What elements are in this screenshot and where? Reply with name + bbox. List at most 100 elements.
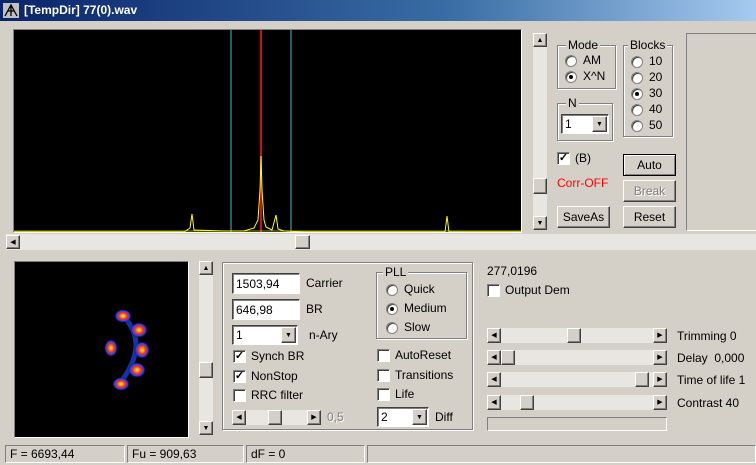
synch-br-checkbox[interactable]: ✓	[233, 350, 246, 363]
blocks-radio-50[interactable]	[631, 120, 643, 132]
n-select-value: 1	[565, 117, 572, 131]
time-of-life-slider[interactable]: ◀ ▶	[487, 372, 667, 387]
chevron-down-icon[interactable]: ▼	[592, 116, 607, 132]
mode-radio-xn[interactable]	[565, 71, 577, 83]
scroll-right-arrow-icon[interactable]: ▶	[307, 410, 321, 425]
pll-group: PLL Quick Medium Slow	[376, 265, 467, 339]
blocks-label-40: 40	[649, 102, 663, 116]
nary-select[interactable]: 1 ▼	[232, 325, 298, 345]
blocks-label-10: 10	[649, 54, 663, 68]
scroll-up-arrow-icon[interactable]: ▲	[199, 261, 213, 275]
scroll-left-arrow-icon[interactable]: ◀	[232, 410, 246, 425]
pll-radio-quick[interactable]	[386, 284, 398, 296]
blocks-label-20: 20	[649, 70, 663, 84]
output-dem-label: Output Dem	[505, 283, 570, 297]
delay-slider[interactable]: ◀ ▶	[487, 350, 667, 365]
delay-slider-thumb[interactable]	[501, 350, 515, 365]
br-input[interactable]: 646,98	[232, 299, 300, 320]
status-fu: Fu = 909,63	[127, 445, 244, 463]
chevron-down-icon[interactable]: ▼	[281, 327, 296, 343]
autoreset-checkbox[interactable]	[377, 349, 390, 362]
life-checkbox[interactable]	[377, 388, 390, 401]
constellation-point-1	[114, 309, 132, 323]
br-label: BR	[306, 302, 323, 316]
nonstop-checkbox[interactable]: ✓	[233, 370, 246, 383]
b-checkbox[interactable]: ✓	[557, 152, 570, 165]
scroll-left-arrow-icon[interactable]: ◀	[487, 395, 501, 410]
n-select[interactable]: 1 ▼	[561, 114, 609, 134]
blocks-group: Blocks 10 20 30 40 50	[623, 38, 673, 137]
scroll-left-arrow-icon[interactable]: ◀	[487, 350, 501, 365]
diff-select[interactable]: 2 ▼	[377, 407, 429, 427]
time-of-life-slider-thumb[interactable]	[634, 372, 649, 387]
scroll-left-arrow-icon[interactable]: ◀	[487, 372, 501, 387]
blocks-radio-30[interactable]	[631, 88, 643, 100]
progress-bar	[487, 417, 667, 431]
scroll-down-arrow-icon[interactable]: ▼	[199, 421, 213, 435]
rrc-filter-checkbox[interactable]	[233, 389, 246, 402]
scroll-down-arrow-icon[interactable]: ▼	[533, 216, 547, 230]
scroll-right-arrow-icon[interactable]: ▶	[653, 350, 667, 365]
constellation-vscroll[interactable]: ▲ ▼	[199, 261, 213, 435]
life-label: Life	[395, 387, 415, 401]
constellation-point-2	[130, 322, 148, 338]
auto-button[interactable]: Auto	[623, 154, 676, 176]
chevron-down-icon[interactable]: ▼	[412, 409, 427, 425]
diff-label: Diff	[435, 410, 453, 424]
mode-radio-am[interactable]	[565, 55, 577, 67]
pll-radio-slow[interactable]	[386, 322, 398, 334]
carrier-label: Carrier	[306, 276, 343, 290]
spectrum-hscroll[interactable]: ◀	[6, 234, 756, 250]
spectrum-vscroll-thumb[interactable]	[533, 178, 547, 194]
spectrum-trace	[14, 155, 521, 232]
carrier-value: 1503,94	[236, 276, 280, 291]
scroll-left-arrow-icon[interactable]: ◀	[6, 235, 20, 249]
blocks-radio-10[interactable]	[631, 56, 643, 68]
constellation-point-5	[112, 377, 130, 391]
status-df: dF = 0	[246, 445, 365, 463]
n-group-title: N	[566, 96, 579, 110]
window-title: [TempDir] 77(0).wav	[24, 3, 138, 17]
transitions-checkbox[interactable]	[377, 369, 390, 382]
mode-label-am: AM	[583, 53, 601, 67]
break-button[interactable]: Break	[623, 180, 676, 202]
constellation-vscroll-thumb[interactable]	[199, 362, 213, 378]
carrier-input[interactable]: 1503,94	[232, 273, 300, 294]
blocks-label-50: 50	[649, 118, 663, 132]
contrast-slider-thumb[interactable]	[520, 395, 535, 410]
constellation-point-6	[104, 339, 118, 357]
scroll-right-arrow-icon[interactable]: ▶	[653, 328, 667, 343]
spectrum-vscroll[interactable]: ▲ ▼	[533, 33, 547, 230]
output-value: 277,0196	[487, 264, 538, 278]
scroll-right-arrow-icon[interactable]: ▶	[653, 395, 667, 410]
nary-label: n-Ary	[309, 328, 338, 342]
reset-button[interactable]: Reset	[623, 206, 676, 228]
spectrum-hscroll-thumb[interactable]	[295, 235, 310, 249]
constellation-point-4	[128, 362, 146, 378]
pll-label-slow: Slow	[404, 320, 431, 334]
pll-radio-medium[interactable]	[386, 303, 398, 315]
scroll-right-arrow-icon[interactable]: ▶	[653, 372, 667, 387]
time-of-life-label: Time of life 1	[677, 373, 746, 387]
antenna-icon	[3, 3, 19, 18]
status-frequency: F = 6693,44	[5, 445, 125, 463]
info-pane	[686, 33, 756, 231]
n-group: N 1 ▼	[557, 96, 613, 141]
blocks-group-title: Blocks	[628, 38, 668, 52]
autoreset-label: AutoReset	[395, 348, 452, 362]
spectrum-display	[14, 30, 521, 232]
save-as-button[interactable]: SaveAs	[557, 206, 610, 228]
scroll-up-arrow-icon[interactable]: ▲	[533, 33, 547, 47]
contrast-slider[interactable]: ◀ ▶	[487, 395, 667, 410]
trimming-slider[interactable]: ◀ ▶	[487, 328, 667, 343]
corr-status: Corr-OFF	[557, 176, 609, 190]
mode-label-xn: X^N	[583, 69, 606, 83]
blocks-radio-40[interactable]	[631, 104, 643, 116]
constellation-point-3	[134, 341, 150, 359]
scroll-left-arrow-icon[interactable]: ◀	[487, 328, 501, 343]
output-dem-checkbox[interactable]	[487, 284, 500, 297]
rolloff-slider[interactable]: ◀ ▶	[232, 410, 321, 425]
blocks-radio-20[interactable]	[631, 72, 643, 84]
trimming-slider-thumb[interactable]	[567, 328, 582, 343]
rolloff-slider-thumb[interactable]	[268, 410, 282, 425]
